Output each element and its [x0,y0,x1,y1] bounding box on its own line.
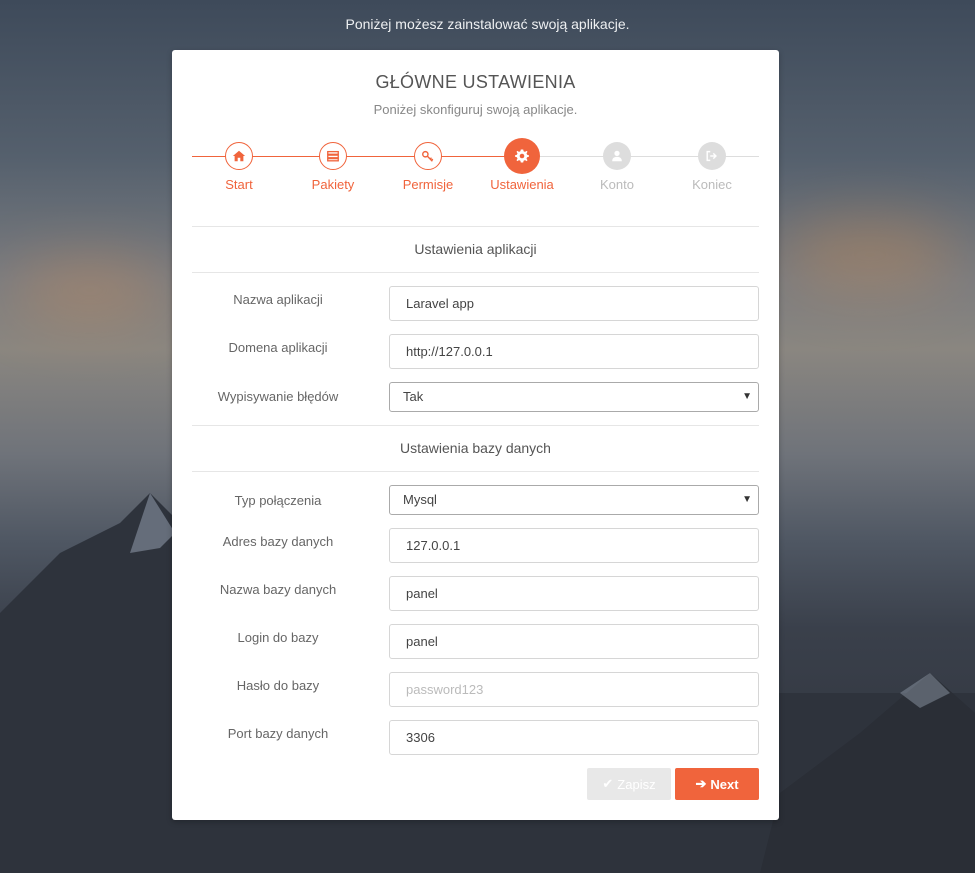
save-button[interactable]: ✔ Zapisz [587,768,671,800]
step-pakiety[interactable]: Pakiety [293,142,373,192]
gear-icon [504,138,540,174]
step-label: Ustawienia [490,177,554,192]
app-name-label: Nazwa aplikacji [233,292,323,307]
db-login-input[interactable] [389,624,759,659]
app-domain-label: Domena aplikacji [228,340,328,355]
next-button-label: Next [710,776,739,792]
db-port-label: Port bazy danych [227,726,329,741]
save-button-label: Zapisz [617,776,656,792]
check-icon: ✔ [602,776,614,791]
next-button[interactable]: ➔ Next [675,768,759,800]
app-domain-row: Domena aplikacji [192,334,759,370]
step-konto[interactable]: Konto [577,142,657,192]
background-cloud-glow [10,260,170,320]
key-icon [414,142,442,170]
home-icon [225,142,253,170]
connection-select-value: Mysql [403,492,437,507]
db-password-label: Hasło do bazy [236,678,320,693]
debug-row: Wypisywanie błędów Tak ▼ [192,382,759,418]
user-icon [603,142,631,170]
step-label: Permisje [402,177,454,192]
db-name-label: Nazwa bazy danych [219,582,337,597]
db-port-input[interactable] [389,720,759,755]
connection-select[interactable]: Mysql ▼ [389,485,759,515]
app-name-row: Nazwa aplikacji [192,286,759,322]
db-host-input[interactable] [389,528,759,563]
debug-label: Wypisywanie błędów [217,389,339,404]
db-password-input[interactable] [389,672,759,707]
page-title: GŁÓWNE USTAWIENIA [375,72,576,92]
background-cloud-glow [780,220,960,290]
settings-card: GŁÓWNE USTAWIENIA Poniżej skonfiguruj sw… [172,50,779,820]
step-label: Start [225,177,253,192]
caret-down-icon: ▼ [742,494,752,505]
wizard-steps: Start Pakiety Permisje Ustawienia Konto [192,138,759,202]
db-host-label: Adres bazy danych [222,534,334,549]
connection-row: Typ połączenia Mysql ▼ [192,485,759,521]
step-koniec[interactable]: Koniec [672,142,752,192]
step-label: Koniec [692,177,732,192]
debug-select[interactable]: Tak ▼ [389,382,759,412]
step-label: Konto [600,177,634,192]
step-permisje[interactable]: Permisje [388,142,468,192]
step-label: Pakiety [311,177,355,192]
app-name-input[interactable] [389,286,759,321]
step-ustawienia[interactable]: Ustawienia [482,138,562,192]
db-settings-heading: Ustawienia bazy danych [192,425,759,472]
app-domain-input[interactable] [389,334,759,369]
db-login-label: Login do bazy [237,630,319,645]
db-login-row: Login do bazy [192,624,759,660]
server-icon [319,142,347,170]
db-password-row: Hasło do bazy [192,672,759,708]
intro-text: Poniżej możesz zainstalować swoją aplika… [345,16,630,32]
step-start[interactable]: Start [199,142,279,192]
arrow-right-icon: ➔ [695,776,707,791]
app-settings-heading: Ustawienia aplikacji [192,226,759,273]
connection-label: Typ połączenia [234,493,322,508]
db-name-input[interactable] [389,576,759,611]
db-host-row: Adres bazy danych [192,528,759,564]
caret-down-icon: ▼ [742,391,752,402]
debug-select-value: Tak [403,389,424,404]
page-subtitle: Poniżej skonfiguruj swoją aplikacje. [373,102,578,117]
db-name-row: Nazwa bazy danych [192,576,759,612]
sign-out-icon [698,142,726,170]
db-port-row: Port bazy danych [192,720,759,756]
